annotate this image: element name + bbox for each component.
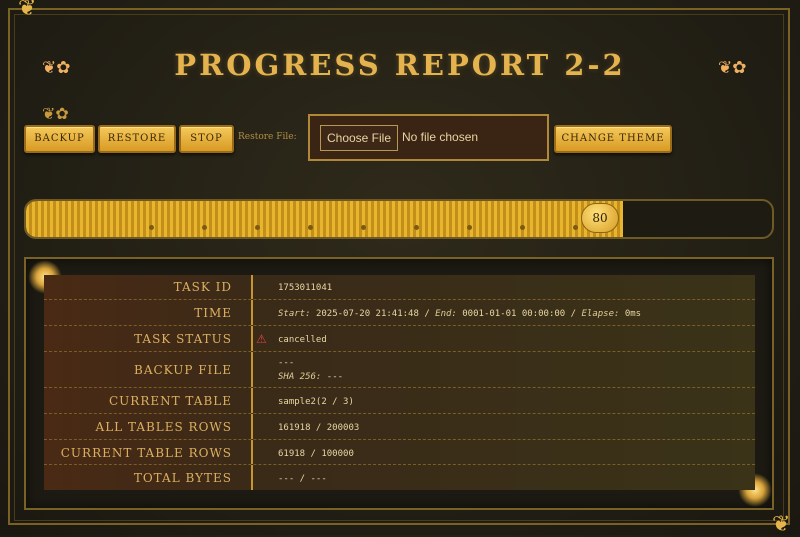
backup-file-sha: SHA 256: --- xyxy=(278,372,344,382)
progress-value-badge: 80 xyxy=(581,203,619,233)
page-title: PROGRESS REPORT 2-2 xyxy=(174,48,626,82)
change-theme-button[interactable]: CHANGE THEME xyxy=(554,125,672,153)
current-table-value: sample2(2 / 3) xyxy=(278,397,354,407)
restore-file-input[interactable]: Choose File No file chosen xyxy=(308,114,549,161)
title-ornament-right-icon: ❦✿ xyxy=(718,58,747,78)
table-row: TIME Start: 2025-07-20 21:41:48 / End: 0… xyxy=(44,300,755,326)
table-row: ALL TABLES ROWS 161918 / 200003 xyxy=(44,414,755,440)
task-status-value: cancelled xyxy=(278,335,327,345)
table-row: CURRENT TABLE ROWS 61918 / 100000 xyxy=(44,440,755,465)
task-id-value: 1753011041 xyxy=(278,283,333,293)
table-row: TASK ID 1753011041 xyxy=(44,275,755,300)
current-table-label: CURRENT TABLE xyxy=(108,394,232,408)
current-table-rows-label: CURRENT TABLE ROWS xyxy=(60,446,232,460)
backup-file-value: --- xyxy=(278,358,295,368)
progress-bar-dot xyxy=(308,225,313,230)
current-table-rows-value: 61918 / 100000 xyxy=(278,449,354,459)
stop-button[interactable]: STOP xyxy=(179,125,234,153)
details-table: TASK ID 1753011041 TIME Start: 2025-07-2… xyxy=(44,275,755,490)
progress-bar xyxy=(24,199,774,239)
warning-icon: ⚠ xyxy=(256,332,267,346)
table-row: TOTAL BYTES --- / --- xyxy=(44,465,755,490)
table-row: CURRENT TABLE sample2(2 / 3) xyxy=(44,388,755,414)
total-bytes-value: --- / --- xyxy=(278,474,327,484)
progress-bar-dot xyxy=(520,225,525,230)
total-bytes-label: TOTAL BYTES xyxy=(133,471,232,485)
task-status-label: TASK STATUS xyxy=(134,332,232,346)
file-status-text: No file chosen xyxy=(402,130,479,144)
progress-bar-dot xyxy=(573,225,578,230)
restore-button[interactable]: RESTORE xyxy=(98,125,176,153)
progress-bar-dot xyxy=(255,225,260,230)
task-id-label: TASK ID xyxy=(173,280,232,294)
button-ornament-icon: ❦✿ xyxy=(42,104,69,123)
time-label: TIME xyxy=(194,306,232,320)
backup-file-label: BACKUP FILE xyxy=(134,363,232,377)
all-tables-rows-label: ALL TABLES ROWS xyxy=(95,420,232,434)
time-value: Start: 2025-07-20 21:41:48 / End: 0001-0… xyxy=(278,309,642,319)
choose-file-button[interactable]: Choose File xyxy=(320,125,398,151)
table-row: TASK STATUS ⚠ cancelled xyxy=(44,326,755,352)
progress-bar-dot xyxy=(149,225,154,230)
corner-ornament-icon: ❦ xyxy=(772,512,791,537)
progress-bar-dot xyxy=(467,225,472,230)
progress-bar-dot xyxy=(414,225,419,230)
progress-bar-dot xyxy=(361,225,366,230)
corner-ornament-icon: ❦ xyxy=(18,0,37,21)
progress-bar-dot xyxy=(202,225,207,230)
restore-file-label: Restore File: xyxy=(238,132,297,142)
all-tables-rows-value: 161918 / 200003 xyxy=(278,423,360,433)
backup-button[interactable]: BACKUP xyxy=(24,125,95,153)
progress-bar-fill xyxy=(26,201,623,237)
table-row: BACKUP FILE --- SHA 256: --- xyxy=(44,352,755,388)
